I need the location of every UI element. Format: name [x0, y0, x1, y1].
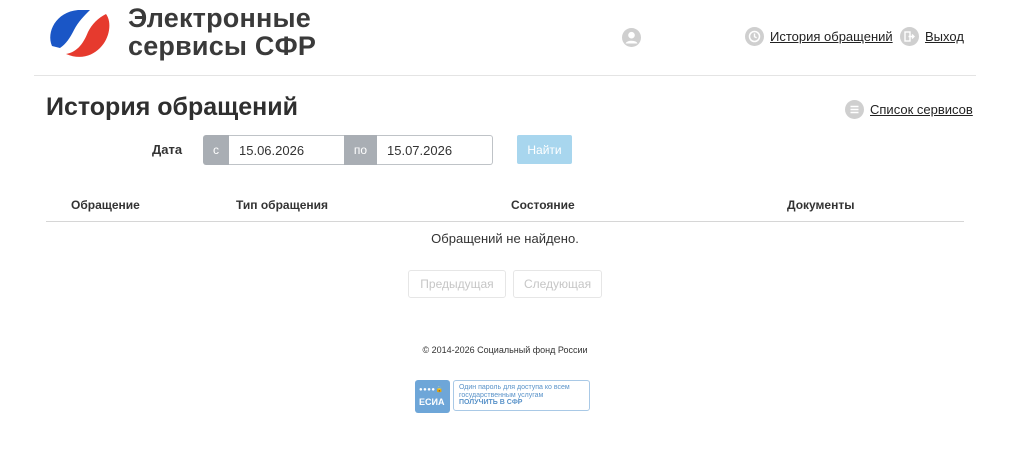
- column-header-type: Тип обращения: [236, 198, 329, 212]
- empty-table-message: Обращений не найдено.: [431, 231, 579, 246]
- history-icon: [745, 27, 764, 46]
- header-divider: [34, 75, 976, 76]
- services-link[interactable]: Список сервисов: [845, 100, 973, 119]
- column-header-status: Состояние: [511, 198, 575, 212]
- list-icon: [845, 100, 864, 119]
- date-to-prefix: по: [344, 135, 377, 165]
- lock-icon: ●●●●🔒: [419, 387, 444, 393]
- brand-line-2: сервисы СФР: [128, 31, 317, 61]
- copyright: © 2014-2026 Социальный фонд России: [422, 345, 588, 355]
- esia-line-2: государственным услугам: [459, 391, 544, 399]
- sfr-logo-icon[interactable]: [44, 2, 116, 62]
- esia-line-1: Один пароль для доступа ко всем: [459, 384, 570, 391]
- esia-line-3: ПОЛУЧИТЬ В СФР: [459, 399, 523, 406]
- brand-title[interactable]: Электронные сервисы СФР: [128, 4, 316, 60]
- header: Электронные сервисы СФР История обращени…: [0, 0, 1024, 76]
- next-page-button[interactable]: Следующая: [513, 270, 602, 298]
- logout-link-label: Выход: [925, 29, 964, 44]
- page-title: История обращений: [46, 93, 298, 121]
- esia-description: Один пароль для доступа ко всем государс…: [453, 380, 590, 411]
- table-header-divider: [46, 221, 964, 222]
- esia-label: ЕСИА: [419, 397, 445, 407]
- esia-banner[interactable]: ●●●●🔒 ЕСИА Один пароль для доступа ко вс…: [415, 380, 591, 413]
- column-header-request: Обращение: [71, 198, 140, 212]
- history-link-label: История обращений: [770, 29, 893, 44]
- column-header-documents: Документы: [787, 198, 855, 212]
- logout-icon: [900, 27, 919, 46]
- date-from-prefix: с: [203, 135, 229, 165]
- date-from-input[interactable]: 15.06.2026: [229, 135, 344, 165]
- history-link[interactable]: История обращений: [745, 27, 893, 46]
- logout-link[interactable]: Выход: [900, 27, 964, 46]
- date-label: Дата: [152, 142, 183, 157]
- date-range-filter: с 15.06.2026 по 15.07.2026: [203, 135, 493, 165]
- previous-page-button[interactable]: Предыдущая: [408, 270, 506, 298]
- search-button[interactable]: Найти: [517, 135, 572, 164]
- services-link-label: Список сервисов: [870, 102, 973, 117]
- date-to-input[interactable]: 15.07.2026: [377, 135, 493, 165]
- brand-line-1: Электронные: [128, 3, 311, 33]
- user-icon[interactable]: [622, 28, 641, 47]
- esia-badge: ●●●●🔒 ЕСИА: [415, 380, 450, 413]
